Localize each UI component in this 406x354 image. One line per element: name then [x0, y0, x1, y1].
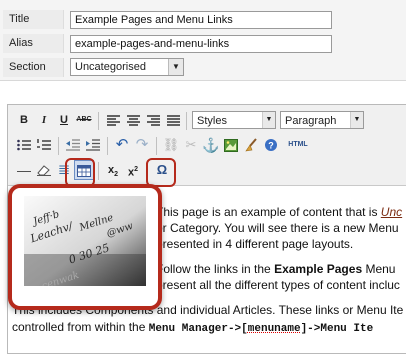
italic-button[interactable]: I [34, 110, 54, 130]
content-line: presented in 4 different page layouts. [156, 237, 354, 251]
horizontal-rule-button[interactable]: — [14, 160, 34, 180]
toolbar-separator [98, 112, 99, 130]
eraser-icon [37, 165, 51, 177]
content-image[interactable]: Jeff·b Leachv/ Mellne @ww 0 30 25 cenwak [24, 196, 146, 286]
alias-label: Alias [9, 37, 33, 49]
content-code: Menu Manager->[ [148, 323, 248, 335]
align-left-icon [106, 114, 120, 126]
format-select-value: Paragraph [285, 115, 337, 127]
help-icon: ? [265, 139, 277, 152]
section-select[interactable]: Uncategorised ▼ [70, 58, 184, 76]
chevron-down-icon: ▼ [168, 59, 183, 75]
outdent-button[interactable] [63, 135, 83, 155]
underline-button[interactable]: U [54, 110, 74, 130]
toolbar-row-1: B I U ABC Styles ▼ Paragraph ▼ [10, 110, 405, 132]
toolbar-separator [98, 162, 99, 180]
chevron-down-icon: ▼ [262, 112, 275, 128]
content-line: Follow the links in the Example Pages Me… [156, 261, 395, 277]
alias-input[interactable]: example-pages-and-menu-links [70, 35, 332, 53]
special-character-highlight [146, 158, 176, 187]
align-justify-icon [166, 114, 180, 126]
unlink-button[interactable]: ✂ [181, 135, 201, 155]
align-right-icon [146, 114, 160, 126]
section-select-value: Uncategorised [75, 61, 146, 73]
handwritten-note-image: Jeff·b Leachv/ Mellne @ww 0 30 25 cenwak [24, 196, 146, 286]
content-line: or Category. You will see there is a new… [156, 221, 399, 235]
horizontal-rule-icon: — [17, 162, 31, 178]
toolbar-separator [186, 112, 187, 130]
content-line: present all the different types of conte… [156, 278, 400, 292]
align-center-button[interactable] [123, 110, 143, 130]
broom-icon [245, 138, 257, 152]
superscript-button[interactable]: x2 [123, 160, 143, 180]
html-source-button[interactable]: HTML [284, 135, 312, 155]
toolbar-separator [58, 137, 59, 155]
section-label: Section [9, 61, 46, 73]
toolbar-separator [156, 137, 157, 155]
table-button-highlight [65, 158, 95, 187]
indent-button[interactable] [83, 135, 103, 155]
svg-text:?: ? [268, 141, 274, 151]
insert-link-button[interactable]: ⛓ [161, 135, 181, 155]
help-button[interactable]: ? [261, 135, 281, 155]
article-details-form: Title Example Pages and Menu Links Alias… [0, 0, 406, 81]
strikethrough-button[interactable]: ABC [74, 110, 94, 130]
content-code-misspelled: menuname [247, 323, 301, 335]
content-text: This page is an example of content that … [156, 205, 381, 219]
editor-toolbar: B I U ABC Styles ▼ Paragraph ▼ ↶ ↷ ⛓ ✂ ⚓… [8, 105, 406, 187]
toolbar-row-2: ↶ ↷ ⛓ ✂ ⚓ ? HTML [10, 135, 405, 157]
align-left-button[interactable] [103, 110, 123, 130]
toolbar-separator [107, 137, 108, 155]
align-justify-button[interactable] [163, 110, 183, 130]
styles-select[interactable]: Styles ▼ [192, 111, 276, 129]
chevron-down-icon: ▼ [350, 112, 363, 128]
content-emphasis: Unc [380, 205, 403, 219]
align-right-button[interactable] [143, 110, 163, 130]
styles-select-value: Styles [197, 115, 227, 127]
indent-icon [86, 139, 100, 151]
content-line: controlled from within the Menu Manager-… [12, 319, 373, 337]
bullet-list-icon [17, 139, 31, 151]
numbered-list-icon [37, 139, 51, 150]
content-text: controlled from within the [12, 320, 149, 334]
content-code: ]->Menu Ite [300, 323, 374, 335]
content-text: Follow the links in the [156, 262, 275, 276]
undo-icon: ↶ [115, 136, 129, 153]
redo-icon: ↷ [135, 136, 149, 153]
content-bold: Example Pages [274, 262, 363, 276]
undo-button[interactable]: ↶ [112, 135, 132, 155]
bold-button[interactable]: B [14, 110, 34, 130]
bullet-list-button[interactable] [14, 135, 34, 155]
title-label: Title [9, 13, 30, 25]
anchor-icon: ⚓ [202, 137, 220, 153]
insert-image-button[interactable] [221, 135, 241, 155]
content-line: This page is an example of content that … [156, 204, 402, 220]
unlink-icon: ✂ [185, 137, 197, 152]
image-icon [224, 138, 238, 152]
selected-image-highlight: Jeff·b Leachv/ Mellne @ww 0 30 25 cenwak [8, 184, 162, 310]
numbered-list-button[interactable] [34, 135, 54, 155]
cleanup-button[interactable] [241, 135, 261, 155]
title-input[interactable]: Example Pages and Menu Links [70, 11, 332, 29]
content-text: Menu [362, 262, 396, 276]
remove-format-button[interactable] [34, 160, 54, 180]
link-icon: ⛓ [162, 137, 180, 152]
subscript-button[interactable]: x2 [103, 160, 123, 180]
align-center-icon [126, 114, 140, 126]
outdent-icon [66, 139, 80, 151]
anchor-button[interactable]: ⚓ [201, 135, 221, 155]
redo-button[interactable]: ↷ [132, 135, 152, 155]
format-select[interactable]: Paragraph ▼ [280, 111, 364, 129]
